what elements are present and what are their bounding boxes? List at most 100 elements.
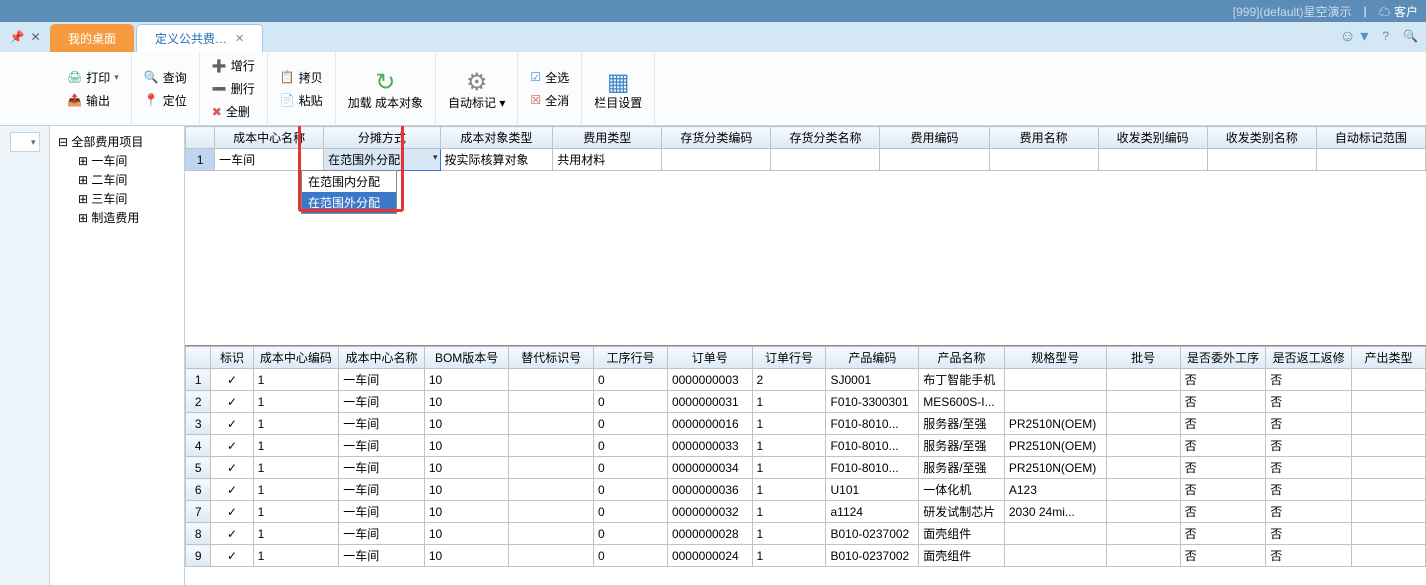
cell-prod-code[interactable]: F010-8010... <box>826 435 919 457</box>
cell[interactable] <box>662 149 771 171</box>
cell-flag[interactable] <box>211 457 253 479</box>
cell-flag[interactable] <box>211 369 253 391</box>
col-cc-name[interactable]: 成本中心名称 <box>339 347 425 369</box>
cell-rework[interactable]: 否 <box>1266 391 1352 413</box>
cell-cc-name[interactable]: 一车间 <box>339 545 425 567</box>
cell-output-type[interactable] <box>1351 413 1425 435</box>
addrow-button[interactable]: 增行 <box>206 55 261 76</box>
cell-flag[interactable] <box>211 479 253 501</box>
cell-cc-code[interactable]: 1 <box>253 479 339 501</box>
cell-lot[interactable] <box>1106 413 1180 435</box>
cell-spec[interactable] <box>1004 545 1106 567</box>
cell-cc-code[interactable]: 1 <box>253 501 339 523</box>
cell-prod-name[interactable]: 服务器/至强 <box>919 413 1005 435</box>
col-autotag-scope[interactable]: 自动标记范围 <box>1316 127 1425 149</box>
cell-order[interactable]: 0000000028 <box>667 523 752 545</box>
cell-cc-code[interactable]: 1 <box>253 369 339 391</box>
cell-flag[interactable] <box>211 501 253 523</box>
cell-order[interactable]: 0000000016 <box>667 413 752 435</box>
cell-sub[interactable] <box>509 479 594 501</box>
load-cost-object-button[interactable]: ↻ 加载 成本对象 <box>336 52 436 125</box>
cell-cc-name[interactable]: 一车间 <box>339 369 425 391</box>
cell-flag[interactable] <box>211 391 253 413</box>
cell-fee-type[interactable]: 共用材料 <box>553 149 662 171</box>
cell-prod-name[interactable]: 服务器/至强 <box>919 435 1005 457</box>
cell-cc-code[interactable]: 1 <box>253 545 339 567</box>
cell-bom[interactable]: 10 <box>424 369 509 391</box>
cell-order[interactable]: 0000000032 <box>667 501 752 523</box>
cell-outsourced[interactable]: 否 <box>1180 479 1266 501</box>
cell-prod-name[interactable]: 研发试制芯片 <box>919 501 1005 523</box>
cell-cc-code[interactable]: 1 <box>253 413 339 435</box>
table-row[interactable]: 1 一车间 在范围外分配 ▾ 按实际核算对象 共用材料 <box>186 149 1426 171</box>
cell-order[interactable]: 0000000033 <box>667 435 752 457</box>
cell-cc-code[interactable]: 1 <box>253 435 339 457</box>
cell-order-line[interactable]: 1 <box>752 545 826 567</box>
cell-sub[interactable] <box>509 457 594 479</box>
copy-button[interactable]: 拷贝 <box>274 67 329 88</box>
col-io-cat-name[interactable]: 收发类别名称 <box>1207 127 1316 149</box>
cell-bom[interactable]: 10 <box>424 435 509 457</box>
col-fee-code[interactable]: 费用编码 <box>880 127 989 149</box>
cell-flag[interactable] <box>211 545 253 567</box>
cell-cc-code[interactable]: 1 <box>253 391 339 413</box>
cell-bom[interactable]: 10 <box>424 391 509 413</box>
cell-sub[interactable] <box>509 369 594 391</box>
cell-op[interactable]: 0 <box>593 413 667 435</box>
cell-lot[interactable] <box>1106 435 1180 457</box>
cell-sub[interactable] <box>509 501 594 523</box>
cell-spec[interactable] <box>1004 369 1106 391</box>
col-cc-code[interactable]: 成本中心编码 <box>253 347 339 369</box>
tab-close-icon[interactable]: ✕ <box>235 32 244 45</box>
cell-bom[interactable]: 10 <box>424 479 509 501</box>
cell-output-type[interactable] <box>1351 457 1425 479</box>
table-row[interactable]: 61一车间10000000000361U101一体化机A123否否 <box>186 479 1426 501</box>
cell-lot[interactable] <box>1106 369 1180 391</box>
col-prod-code[interactable]: 产品编码 <box>826 347 919 369</box>
cell-prod-name[interactable]: 服务器/至强 <box>919 457 1005 479</box>
cell-outsourced[interactable]: 否 <box>1180 369 1266 391</box>
close-icon[interactable]: ✕ <box>30 30 40 44</box>
cell-op[interactable]: 0 <box>593 523 667 545</box>
col-rework[interactable]: 是否返工返修 <box>1266 347 1352 369</box>
cell-op[interactable]: 0 <box>593 435 667 457</box>
cell-allocation-mode[interactable]: 在范围外分配 ▾ <box>324 149 440 171</box>
rownum-cell[interactable]: 8 <box>186 523 211 545</box>
help-icon[interactable]: ? <box>1382 29 1389 43</box>
output-button[interactable]: 输出 <box>61 90 125 111</box>
unselectall-button[interactable]: 全消 <box>524 90 575 111</box>
cell-order-line[interactable]: 1 <box>752 501 826 523</box>
rownum-header[interactable] <box>186 127 215 149</box>
tree-root[interactable]: ⊟ 全部费用项目 <box>54 132 180 151</box>
table-row[interactable]: 11一车间10000000000032SJ0001布丁智能手机否否 <box>186 369 1426 391</box>
cell-output-type[interactable] <box>1351 435 1425 457</box>
cell-op[interactable]: 0 <box>593 501 667 523</box>
cell[interactable] <box>880 149 989 171</box>
table-row[interactable]: 51一车间10000000000341F010-8010...服务器/至强PR2… <box>186 457 1426 479</box>
rownum-cell[interactable]: 1 <box>186 369 211 391</box>
cell-cc-name[interactable]: 一车间 <box>339 457 425 479</box>
delall-button[interactable]: 全删 <box>206 101 261 122</box>
cell-lot[interactable] <box>1106 479 1180 501</box>
cell-cc-name[interactable]: 一车间 <box>339 435 425 457</box>
cell-spec[interactable] <box>1004 523 1106 545</box>
smiley-icon[interactable]: ☺ ▾ <box>1340 26 1369 46</box>
cell-order-line[interactable]: 1 <box>752 435 826 457</box>
col-spec[interactable]: 规格型号 <box>1004 347 1106 369</box>
cell-lot[interactable] <box>1106 545 1180 567</box>
table-row[interactable]: 41一车间10000000000331F010-8010...服务器/至强PR2… <box>186 435 1426 457</box>
rownum-header[interactable] <box>186 347 211 369</box>
rownum-cell[interactable]: 3 <box>186 413 211 435</box>
col-io-cat-code[interactable]: 收发类别编码 <box>1098 127 1207 149</box>
table-row[interactable]: 91一车间10000000000241B010-0237002面壳组件否否 <box>186 545 1426 567</box>
col-op[interactable]: 工序行号 <box>593 347 667 369</box>
cell-cc-code[interactable]: 1 <box>253 523 339 545</box>
cell-flag[interactable] <box>211 413 253 435</box>
cell-spec[interactable] <box>1004 391 1106 413</box>
cell-order[interactable]: 0000000003 <box>667 369 752 391</box>
cell-sub[interactable] <box>509 413 594 435</box>
cell-flag[interactable] <box>211 523 253 545</box>
cell-outsourced[interactable]: 否 <box>1180 545 1266 567</box>
col-order[interactable]: 订单号 <box>667 347 752 369</box>
cell-outsourced[interactable]: 否 <box>1180 391 1266 413</box>
